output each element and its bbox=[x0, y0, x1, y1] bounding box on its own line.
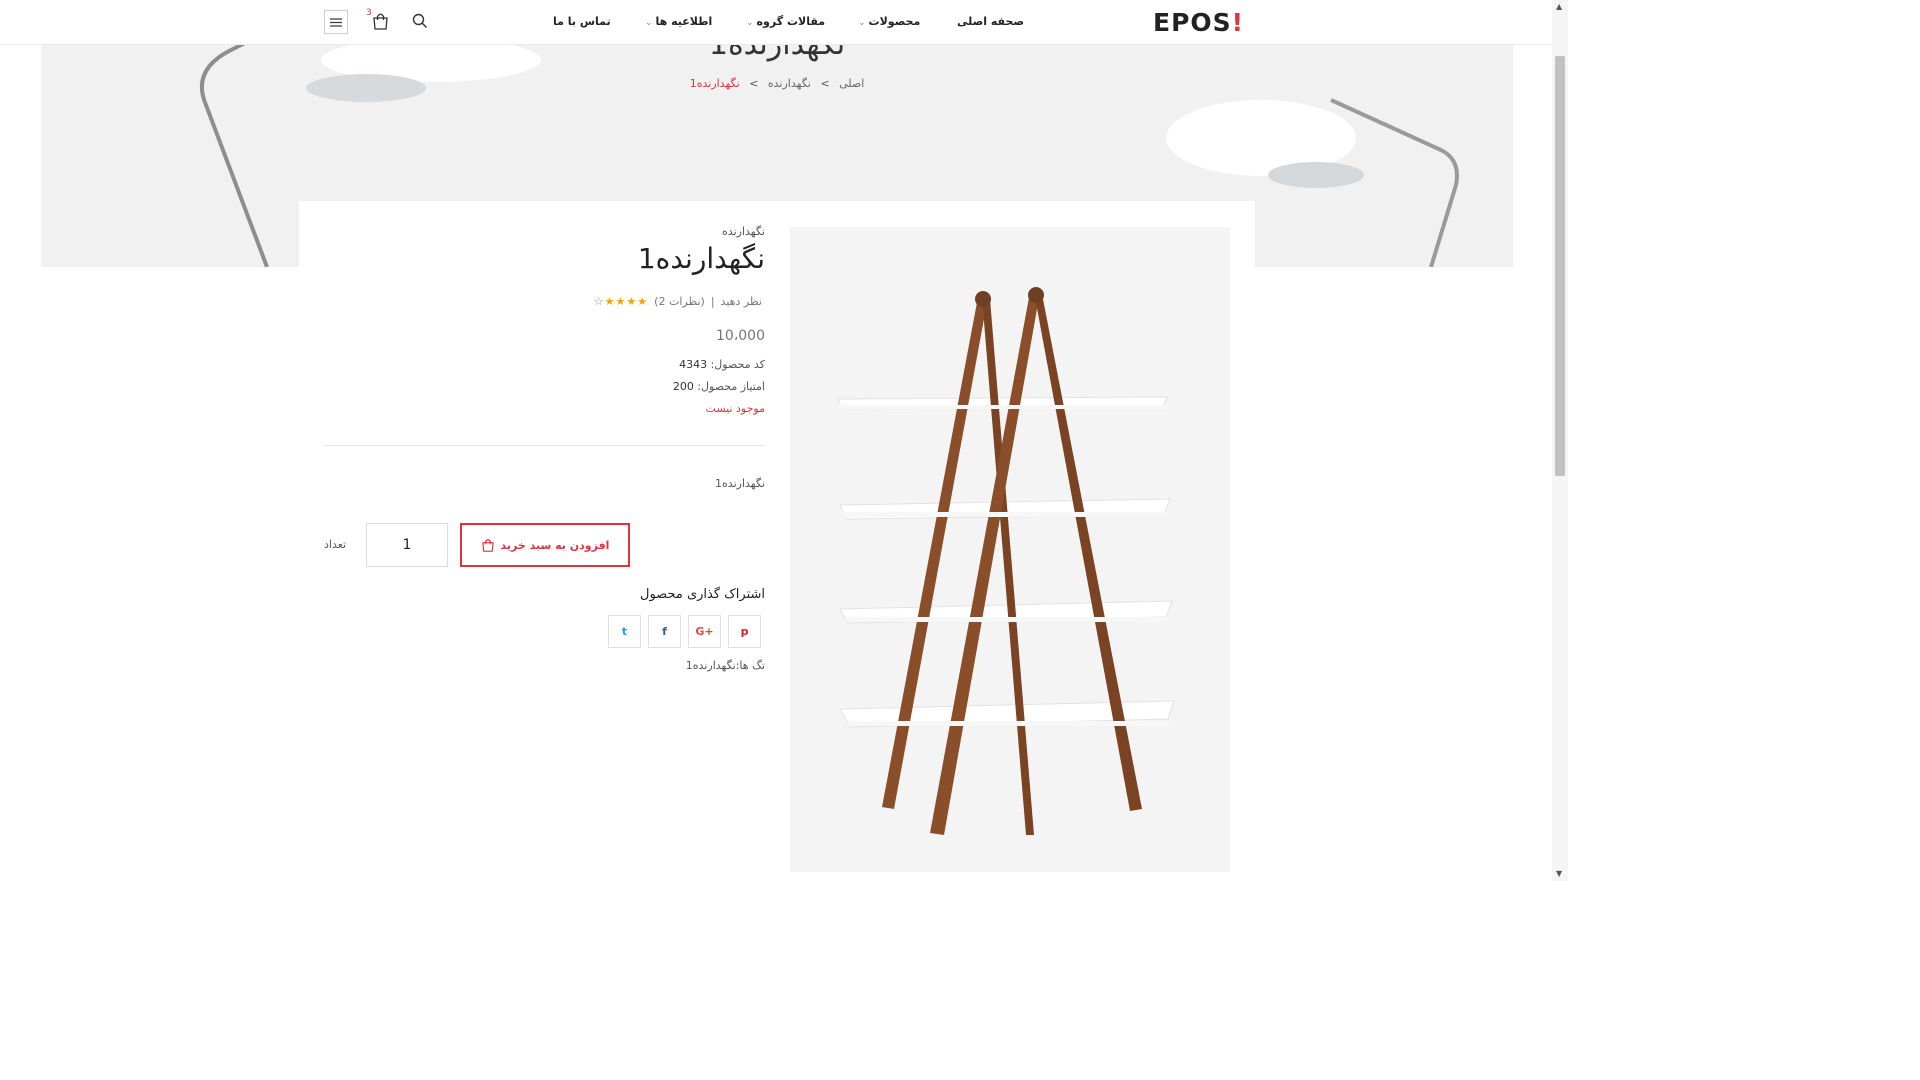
breadcrumb-separator: > bbox=[749, 77, 759, 90]
product-points-value: 200 bbox=[672, 380, 694, 393]
nav-label: تماس با ما bbox=[553, 15, 611, 28]
menu-button[interactable] bbox=[324, 10, 348, 34]
product-tags[interactable]: تگ ها:نگهدارنده1 bbox=[686, 659, 765, 672]
star-filled-icon: ★ bbox=[637, 295, 649, 308]
short-description: نگهدارنده1 bbox=[715, 477, 765, 490]
product-title: نگهدارنده1 bbox=[637, 242, 765, 275]
nav-announcements[interactable]: اطلاعیه ها⌄ bbox=[645, 15, 712, 28]
breadcrumb-current: نگهدارنده1 bbox=[689, 77, 740, 90]
star-filled-icon: ★ bbox=[626, 295, 638, 308]
divider bbox=[324, 445, 765, 446]
rating-divider: | bbox=[710, 295, 715, 308]
facebook-icon: f bbox=[662, 625, 667, 638]
star-filled-icon: ★ bbox=[615, 295, 627, 308]
nav-label: محصولات bbox=[868, 15, 921, 28]
product-points-label: امتیاز محصول: bbox=[697, 380, 765, 393]
nav-label: اطلاعیه ها bbox=[655, 15, 713, 28]
pinterest-icon: p bbox=[740, 625, 749, 638]
scrollbar[interactable]: ▲ ▼ bbox=[1552, 0, 1568, 881]
nav-label: مقالات گروه bbox=[756, 15, 826, 28]
nav-contact[interactable]: تماس با ما bbox=[553, 15, 611, 28]
twitter-icon: t bbox=[621, 625, 628, 638]
rating-row: نظر دهید | (نظرات 2) ★★★★☆ bbox=[594, 295, 762, 308]
share-facebook-button[interactable]: f bbox=[648, 615, 681, 648]
site-logo[interactable]: EPOS! bbox=[1153, 8, 1244, 37]
site-header: EPOS! صحفه اصلی محصولات⌄ مقالات گروه⌄ اط… bbox=[0, 0, 1552, 45]
add-to-cart-label: افزودن به سبد خرید bbox=[500, 538, 610, 552]
chevron-down-icon: ⌄ bbox=[746, 18, 754, 28]
stock-status: موجود نیست bbox=[705, 402, 765, 415]
product-code-label: کد محصول: bbox=[710, 358, 765, 371]
chevron-down-icon: ⌄ bbox=[645, 18, 653, 28]
cart-icon bbox=[481, 539, 494, 552]
menu-icon bbox=[330, 17, 342, 27]
ladder-shelf-illustration bbox=[837, 287, 1175, 835]
breadcrumb: اصلی > نگهدارنده > نگهدارنده1 bbox=[41, 77, 1513, 90]
nav-home[interactable]: صحفه اصلی bbox=[957, 15, 1024, 28]
share-google-plus-button[interactable]: G+ bbox=[688, 615, 721, 648]
share-title: اشتراک گذاری محصول bbox=[640, 587, 765, 602]
quantity-label: تعداد bbox=[324, 538, 347, 551]
share-pinterest-button[interactable]: p bbox=[728, 615, 761, 648]
star-filled-icon: ★ bbox=[604, 295, 616, 308]
star-rating: ★★★★☆ bbox=[594, 295, 648, 308]
chevron-down-icon: ⌄ bbox=[858, 18, 866, 28]
product-category[interactable]: نگهدارنده bbox=[722, 225, 765, 238]
product-code: کد محصول: 4343 bbox=[679, 358, 765, 371]
star-empty-icon: ☆ bbox=[593, 295, 605, 308]
product-points: امتیاز محصول: 200 bbox=[673, 380, 765, 393]
search-icon[interactable] bbox=[412, 13, 428, 29]
product-price: 10،000 bbox=[715, 328, 765, 344]
logo-text: EPOS bbox=[1153, 8, 1232, 37]
product-code-value: 4343 bbox=[679, 358, 708, 371]
write-review-link[interactable]: نظر دهید bbox=[721, 295, 762, 308]
quantity-input[interactable]: 1 bbox=[366, 523, 448, 567]
nav-products[interactable]: محصولات⌄ bbox=[858, 15, 920, 28]
scroll-thumb[interactable] bbox=[1555, 56, 1565, 476]
logo-accent: ! bbox=[1231, 8, 1245, 37]
scroll-down-arrow[interactable]: ▼ bbox=[1556, 869, 1562, 878]
cart-count-badge: 3 bbox=[366, 8, 372, 18]
share-twitter-button[interactable]: t bbox=[608, 615, 641, 648]
product-image[interactable] bbox=[790, 227, 1230, 872]
google-plus-icon: G+ bbox=[695, 625, 714, 638]
reviews-count[interactable]: (نظرات 2) bbox=[654, 295, 705, 308]
nav-articles[interactable]: مقالات گروه⌄ bbox=[746, 15, 825, 28]
breadcrumb-home[interactable]: اصلی bbox=[839, 77, 864, 90]
add-to-cart-button[interactable]: افزودن به سبد خرید bbox=[460, 523, 630, 567]
scroll-up-arrow[interactable]: ▲ bbox=[1556, 2, 1562, 11]
breadcrumb-separator: > bbox=[820, 77, 830, 90]
nav-label: صحفه اصلی bbox=[957, 15, 1024, 28]
breadcrumb-category[interactable]: نگهدارنده bbox=[768, 77, 811, 90]
cart-icon[interactable] bbox=[372, 12, 389, 30]
